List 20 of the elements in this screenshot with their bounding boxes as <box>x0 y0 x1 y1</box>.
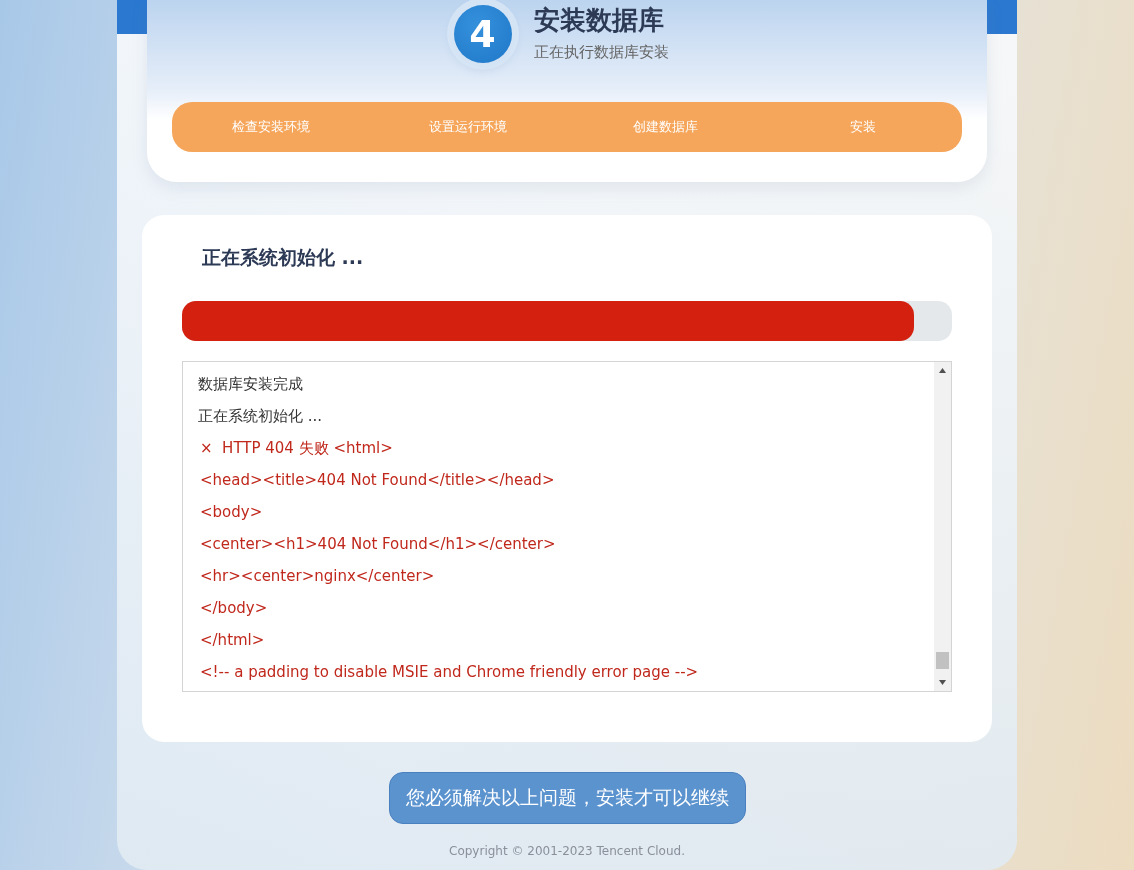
error-line: <head><title>404 Not Found</title></head> <box>199 470 556 491</box>
progress-title: 正在系统初始化 ... <box>202 245 365 270</box>
step-label: 安装 <box>849 118 878 136</box>
error-line: </html> <box>199 630 266 651</box>
step-label: 创建数据库 <box>632 118 700 136</box>
error-line: × HTTP 404 失败 <html> <box>199 438 394 459</box>
copyright-text: Copyright © 2001-2023 Tencent Cloud. <box>449 844 685 858</box>
scrollbar[interactable] <box>934 362 951 691</box>
error-line: </body> <box>199 598 269 619</box>
continue-button[interactable]: 您必须解决以上问题，安装才可以继续 <box>388 772 746 824</box>
error-line: <body> <box>199 502 264 523</box>
error-line: <!-- a padding to disable MSIE and Chrome friendly error page --> <box>199 662 700 683</box>
log-line: 正在系统初始化 ... <box>198 406 324 427</box>
step-label: 检查安装环境 <box>230 118 311 136</box>
log-line: 数据库安装完成 <box>198 374 304 395</box>
page-title: 安装数据库 <box>533 4 665 37</box>
page-subtitle: 正在执行数据库安装 <box>533 43 669 62</box>
error-line: <hr><center>nginx</center> <box>199 566 436 587</box>
step-label: 设置运行环境 <box>428 118 509 136</box>
error-line: <center><h1>404 Not Found</h1></center> <box>199 534 557 555</box>
